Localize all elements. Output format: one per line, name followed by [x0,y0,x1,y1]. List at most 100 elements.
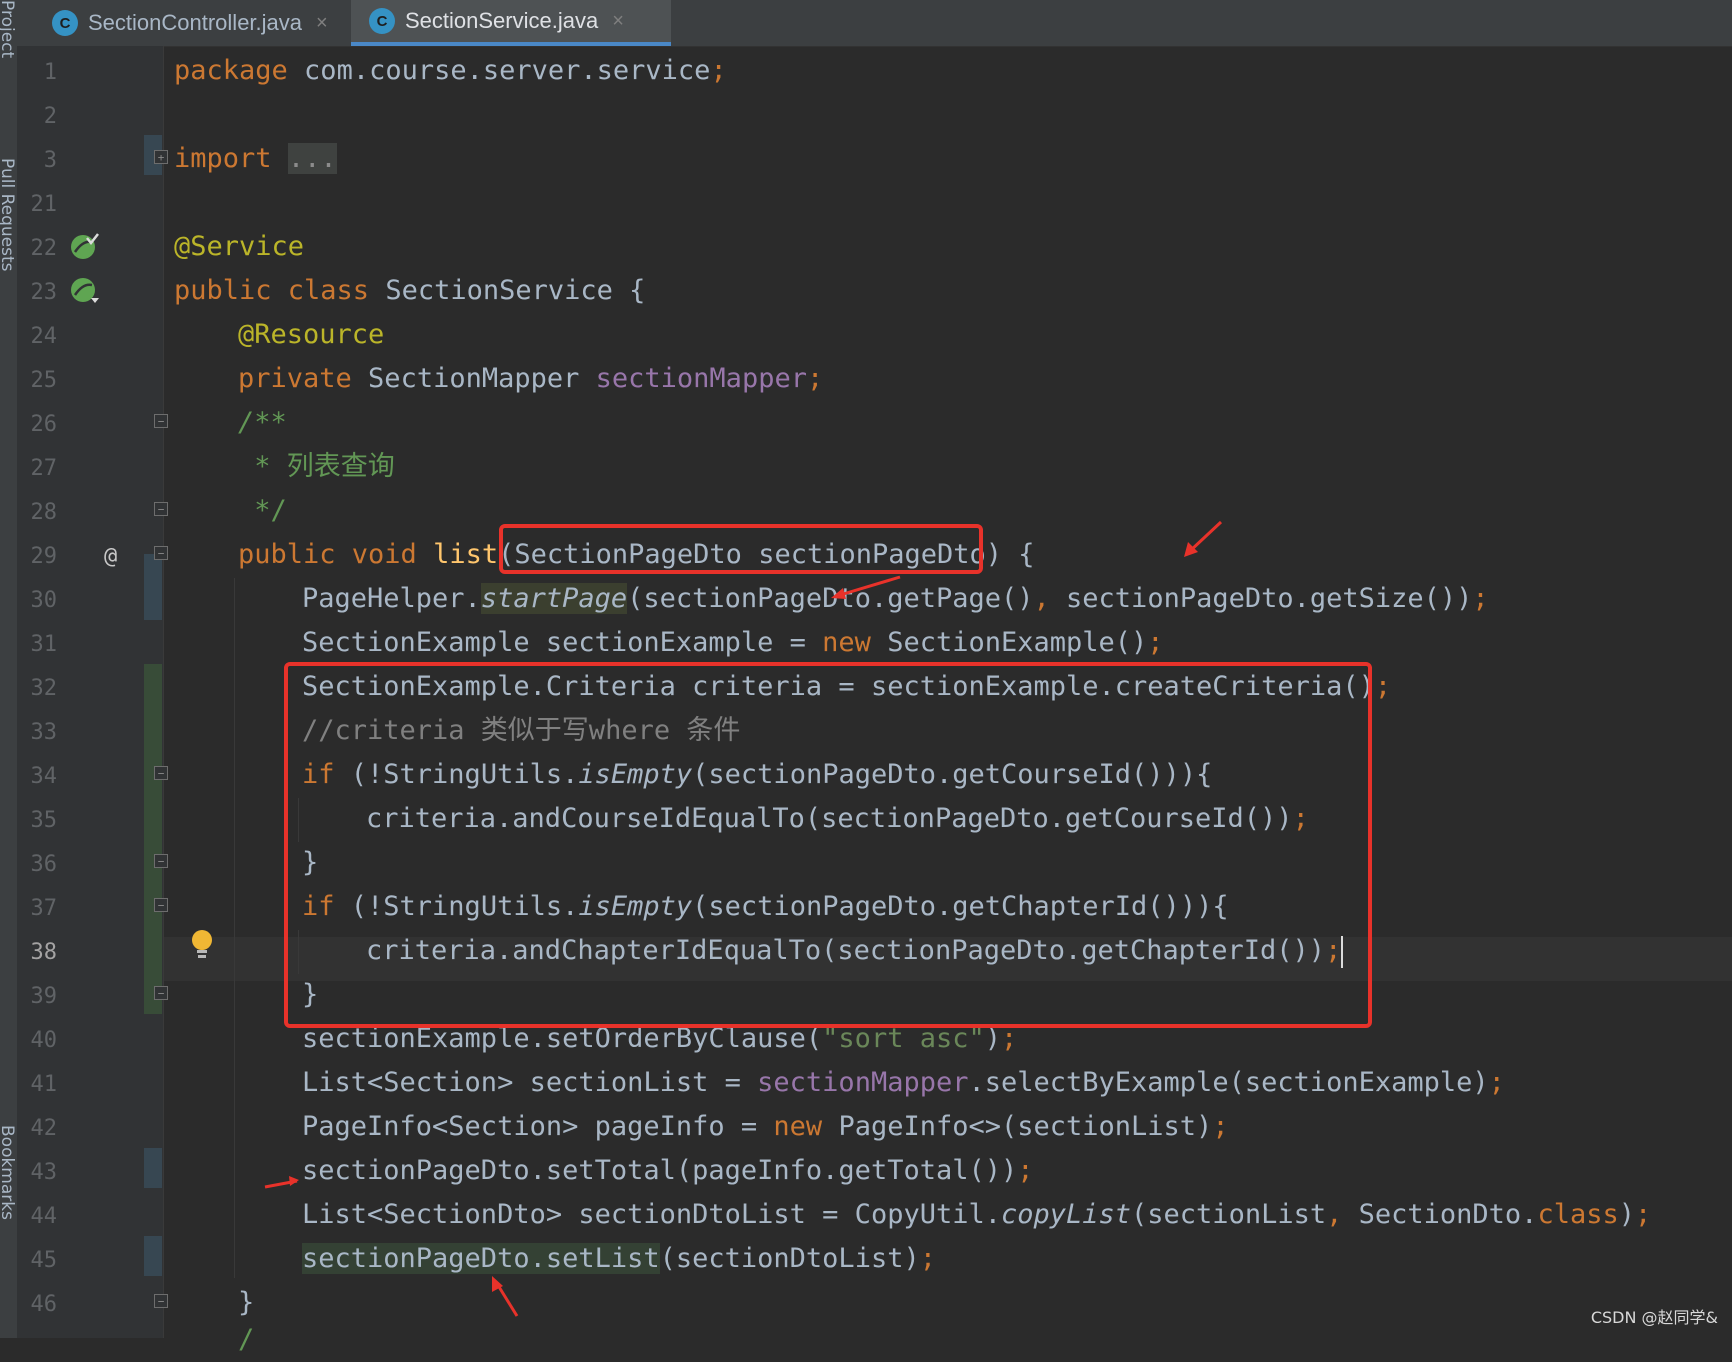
code-token: ) [1618,1199,1635,1230]
vcs-modified-marker[interactable] [144,1236,162,1276]
line-number: 28 [30,500,58,525]
tab-label: SectionService.java [405,8,599,33]
fold-end-icon[interactable]: − [154,986,168,1000]
line-number: 32 [30,676,58,701]
code-line-25[interactable]: private SectionMapper sectionMapper; [238,357,823,401]
close-tab-icon[interactable]: × [316,12,328,35]
line-number: 2 [43,104,57,129]
bookmarks-tool-tab[interactable]: Bookmarks [0,1125,17,1265]
code-token: (sectionList [1131,1199,1327,1230]
fold-end-icon[interactable]: − [154,502,168,516]
code-token: import [174,143,272,174]
override-at-icon[interactable]: @ [104,535,117,579]
code-line-43[interactable]: sectionPageDto.setTotal(pageInfo.getTota… [302,1149,1034,1193]
vcs-modified-marker[interactable] [144,554,162,620]
collapse-fold-icon[interactable]: − [154,898,168,912]
code-token: SectionDto. [1342,1199,1538,1230]
code-token: @Resource [238,319,385,350]
code-token: list [433,539,499,570]
tab-section-service[interactable]: C SectionService.java × [351,0,671,46]
code-line-22[interactable]: @Service [174,225,304,269]
pull-requests-tool-tab[interactable]: Pull Requests [0,158,17,298]
code-line-42[interactable]: PageInfo<Section> pageInfo = new PageInf… [302,1105,1229,1149]
line-number: 1 [43,60,57,85]
line-number: 44 [30,1204,58,1229]
line-number: 21 [30,192,58,217]
code-line-30[interactable]: PageHelper.startPage(sectionPageDto.getP… [302,577,1489,621]
code-line-31[interactable]: SectionExample sectionExample = new Sect… [302,621,1164,665]
bean-check-icon[interactable] [70,232,100,262]
line-number: 43 [30,1160,58,1185]
line-number: 27 [30,456,58,481]
java-class-icon: C [369,8,395,34]
code-token: ; [1472,583,1489,614]
indent-guide [234,578,235,1278]
annotation-arrow [264,1179,298,1189]
code-token: new [773,1111,823,1142]
close-tab-icon[interactable]: × [612,10,624,33]
code-line-3[interactable]: import ... [174,137,337,181]
line-number-current: 38 [30,940,58,965]
code-token: ; [1147,627,1164,658]
line-number: 39 [30,984,58,1009]
line-number: 26 [30,412,58,437]
code-token: ; [1488,1067,1505,1098]
code-token: sectionMapper [595,363,807,394]
code-token: ; [710,55,727,86]
watermark: CSDN @赵同学& [1590,1308,1718,1327]
line-number: 22 [30,236,58,261]
code-token: ; [1374,671,1392,702]
left-tool-strip: Project Pull Requests Bookmarks [0,0,18,1338]
code-token: } [238,1287,255,1318]
folded-imports-placeholder[interactable]: ... [287,143,337,174]
collapse-fold-icon[interactable]: − [154,546,168,560]
code-token: class [1537,1199,1619,1230]
code-token: (sectionPageDto.getPage() [627,583,1034,614]
code-line-41[interactable]: List<Section> sectionList = sectionMappe… [302,1061,1505,1105]
code-token: sectionMapper [757,1067,969,1098]
code-line-26[interactable]: /** [238,401,287,445]
code-token: sectionPageDto.setTotal(pageInfo.getTota… [302,1155,1018,1186]
line-number: 46 [30,1292,58,1317]
code-token: , [1033,583,1050,614]
line-number: 40 [30,1028,58,1053]
code-line-23[interactable]: public class SectionService { [174,269,645,313]
code-token: * 列表查询 [238,451,395,482]
annotation-box-criteria [284,662,1372,1028]
code-token: SectionService { [369,275,646,306]
code-token: new [822,627,871,658]
project-tool-tab[interactable]: Project [0,0,17,90]
code-token: private [238,363,352,394]
code-line-1[interactable]: package com.course.server.service; [174,49,727,93]
annotation-arrowhead [289,1176,299,1186]
lightbulb-icon[interactable] [190,928,214,962]
tab-section-controller[interactable]: C SectionController.java × [34,0,377,46]
code-line-45[interactable]: sectionPageDto.setList(sectionDtoList); [302,1237,936,1281]
code-token: sectionPageDto.getSize()) [1049,583,1473,614]
code-token: List<Section> sectionList = [302,1067,758,1098]
code-token: startPage [480,583,628,614]
code-line-24[interactable]: @Resource [238,313,384,357]
line-number: 3 [43,148,57,173]
fold-end-icon[interactable]: − [154,1294,168,1308]
vcs-modified-marker[interactable] [144,1148,162,1188]
collapse-fold-icon[interactable]: − [154,414,168,428]
line-number: 37 [30,896,58,921]
code-token: ; [1212,1111,1229,1142]
code-line-44[interactable]: List<SectionDto> sectionDtoList = CopyUt… [302,1193,1651,1237]
code-line-47[interactable]: / [238,1318,254,1362]
bean-icon[interactable] [70,276,100,306]
code-token: (sectionDtoList) [659,1243,920,1274]
line-number: 45 [30,1248,58,1273]
code-token: List<SectionDto> sectionDtoList = CopyUt… [302,1199,1001,1230]
line-number: 33 [30,720,58,745]
code-line-27[interactable]: * 列表查询 [238,445,395,489]
collapse-fold-icon[interactable]: − [154,766,168,780]
expand-fold-icon[interactable]: + [154,150,168,164]
fold-end-icon[interactable]: − [154,854,168,868]
vcs-added-marker[interactable] [144,664,162,1014]
code-line-28[interactable]: */ [238,489,287,533]
annotation-arrow [1188,520,1223,553]
annotation-arrowhead [1184,542,1198,557]
